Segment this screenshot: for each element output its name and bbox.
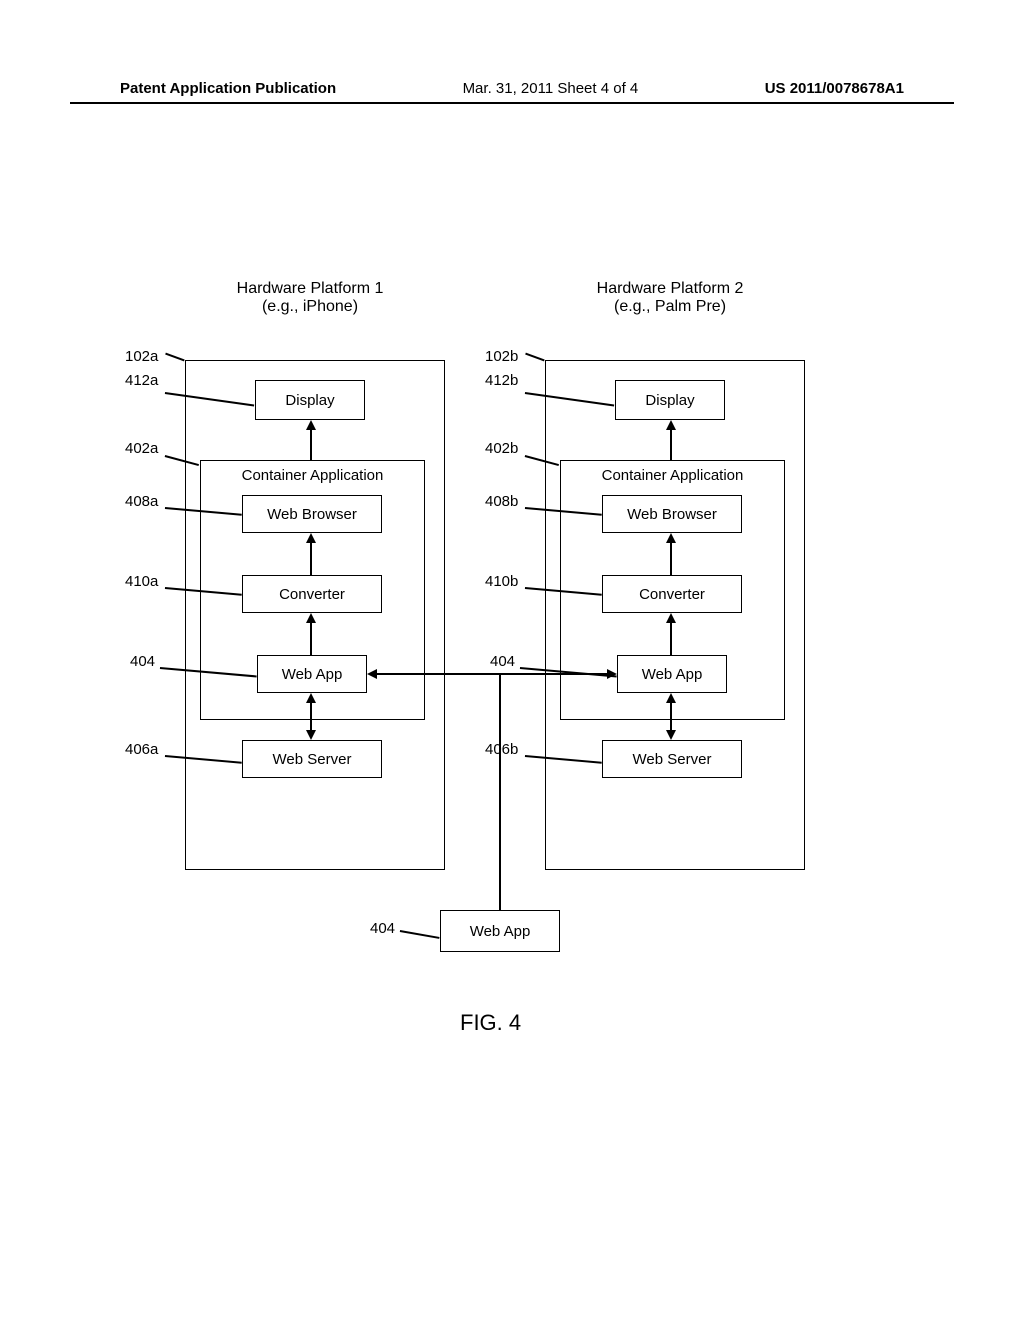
page-header: Patent Application Publication Mar. 31, … <box>0 80 1024 97</box>
arrow <box>310 623 312 655</box>
arrow <box>670 430 672 460</box>
ref-412b: 412b <box>485 372 518 389</box>
leader-line <box>525 353 544 361</box>
container-app-label-a: Container Application <box>201 467 424 484</box>
arrowhead-icon <box>607 669 617 679</box>
arrow <box>310 703 312 730</box>
arrow <box>377 673 500 675</box>
ref-406a: 406a <box>125 741 158 758</box>
header-right: US 2011/0078678A1 <box>765 80 904 97</box>
platform-b-line1: Hardware Platform 2 <box>570 280 770 298</box>
header-rule <box>70 102 954 104</box>
arrowhead-icon <box>367 669 377 679</box>
display-box-b: Display <box>615 380 725 420</box>
figure-label: FIG. 4 <box>460 1010 521 1036</box>
platform-a-title: Hardware Platform 1 (e.g., iPhone) <box>210 280 410 316</box>
ref-412a: 412a <box>125 372 158 389</box>
ref-402b: 402b <box>485 440 518 457</box>
arrowhead-icon <box>666 533 676 543</box>
display-box-a: Display <box>255 380 365 420</box>
ref-410b: 410b <box>485 573 518 590</box>
webapp-box-shared: Web App <box>440 910 560 952</box>
webserver-box-a: Web Server <box>242 740 382 778</box>
ref-404b: 404 <box>490 653 515 670</box>
arrow <box>670 543 672 575</box>
arrow <box>670 623 672 655</box>
leader-line <box>400 930 440 938</box>
arrow <box>310 543 312 575</box>
webserver-box-b: Web Server <box>602 740 742 778</box>
web-browser-box-a: Web Browser <box>242 495 382 533</box>
web-browser-box-b: Web Browser <box>602 495 742 533</box>
converter-box-b: Converter <box>602 575 742 613</box>
arrowhead-icon <box>306 730 316 740</box>
arrowhead-icon <box>306 533 316 543</box>
platform-b-line2: (e.g., Palm Pre) <box>570 298 770 316</box>
converter-box-a: Converter <box>242 575 382 613</box>
webapp-box-b: Web App <box>617 655 727 693</box>
ref-102b: 102b <box>485 348 518 365</box>
ref-410a: 410a <box>125 573 158 590</box>
arrowhead-icon <box>306 420 316 430</box>
header-left: Patent Application Publication <box>120 80 336 97</box>
ref-404a: 404 <box>130 653 155 670</box>
arrowhead-icon <box>306 613 316 623</box>
arrow <box>499 673 501 910</box>
ref-402a: 402a <box>125 440 158 457</box>
container-app-label-b: Container Application <box>561 467 784 484</box>
header-mid: Mar. 31, 2011 Sheet 4 of 4 <box>463 80 639 97</box>
ref-102a: 102a <box>125 348 158 365</box>
ref-408b: 408b <box>485 493 518 510</box>
platform-a-line2: (e.g., iPhone) <box>210 298 410 316</box>
arrowhead-icon <box>666 420 676 430</box>
arrowhead-icon <box>306 693 316 703</box>
platform-b-title: Hardware Platform 2 (e.g., Palm Pre) <box>570 280 770 316</box>
leader-line <box>165 353 184 361</box>
ref-408a: 408a <box>125 493 158 510</box>
platform-a-line1: Hardware Platform 1 <box>210 280 410 298</box>
ref-406b: 406b <box>485 741 518 758</box>
arrow <box>310 430 312 460</box>
arrowhead-icon <box>666 730 676 740</box>
arrowhead-icon <box>666 613 676 623</box>
webapp-box-a: Web App <box>257 655 367 693</box>
arrow <box>670 703 672 730</box>
ref-404c: 404 <box>370 920 395 937</box>
arrowhead-icon <box>666 693 676 703</box>
